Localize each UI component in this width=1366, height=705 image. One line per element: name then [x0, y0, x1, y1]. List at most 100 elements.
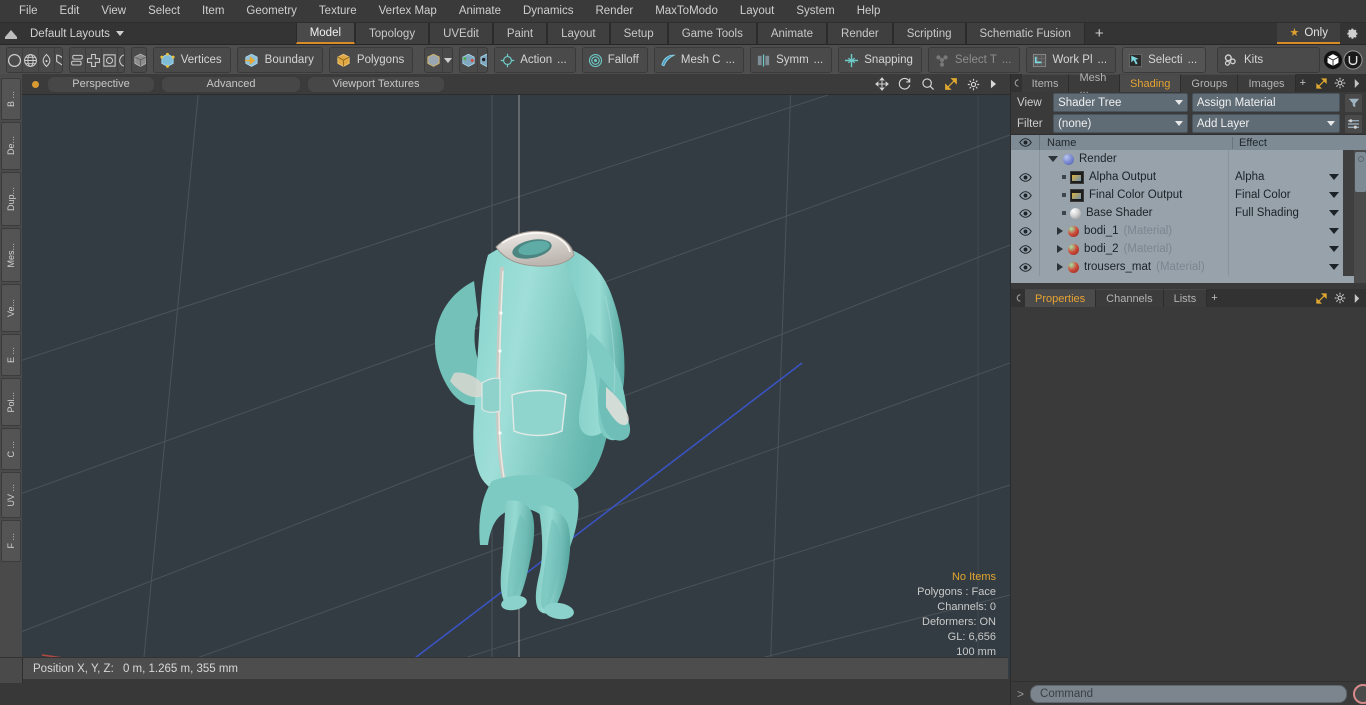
vtab-basic[interactable]: B ... — [1, 78, 21, 120]
vtab-polygon[interactable]: Pol... — [1, 378, 21, 426]
menu-item[interactable]: Item — [191, 0, 235, 22]
chevron-right-icon[interactable] — [989, 78, 998, 90]
pan-icon[interactable] — [875, 77, 889, 91]
vtab-duplicate[interactable]: Dup... — [1, 172, 21, 226]
snapping-button[interactable]: Snapping — [838, 47, 922, 73]
row-effect-cell[interactable] — [1228, 240, 1343, 258]
vtab-edge[interactable]: E ... — [1, 334, 21, 376]
layout-settings-button[interactable] — [1340, 23, 1366, 44]
chevron-right-icon[interactable] — [1353, 78, 1361, 89]
chevron-right-icon[interactable] — [1353, 293, 1361, 304]
row-effect-cell[interactable] — [1228, 222, 1343, 240]
command-input[interactable]: Command — [1030, 684, 1347, 703]
tab-channels[interactable]: Channels — [1096, 289, 1164, 307]
row-visibility-toggle[interactable] — [1011, 168, 1040, 186]
filter-toggle-button[interactable] — [1344, 92, 1363, 113]
tab-uvedit[interactable]: UVEdit — [429, 23, 493, 44]
table-row[interactable]: Final Color Output Final Color — [1011, 186, 1366, 204]
vtab-fusion[interactable]: F ... — [1, 520, 21, 562]
vtab-uv[interactable]: UV ... — [1, 472, 21, 518]
tab-layout[interactable]: Layout — [547, 23, 610, 44]
layout-selector[interactable]: Default Layouts — [22, 23, 132, 44]
symmetry-button[interactable]: Symm ... — [750, 47, 833, 73]
row-visibility-toggle[interactable] — [1011, 222, 1040, 240]
tab-scripting[interactable]: Scripting — [892, 23, 966, 44]
gear-icon[interactable] — [1334, 77, 1346, 89]
pen-icon[interactable] — [39, 48, 55, 72]
rotate-icon[interactable] — [118, 48, 125, 72]
unreal-export-button[interactable] — [1343, 48, 1363, 72]
viewport-projection-button[interactable]: Perspective — [47, 75, 155, 93]
tab-render[interactable]: Render — [827, 23, 893, 44]
table-row[interactable]: trousers_mat (Material) — [1011, 258, 1366, 276]
layer-options-button[interactable] — [1344, 113, 1363, 134]
kits-button[interactable]: Kits — [1217, 47, 1320, 73]
tab-topology[interactable]: Topology — [355, 23, 430, 44]
row-effect-cell[interactable] — [1228, 258, 1343, 276]
row-name-cell[interactable]: trousers_mat (Material) — [1040, 261, 1228, 273]
shader-view-dropdown[interactable]: Shader Tree — [1053, 93, 1188, 112]
viewport-textures-button[interactable]: Viewport Textures — [307, 75, 445, 93]
menu-view[interactable]: View — [90, 0, 137, 22]
item-mode-dropdown[interactable] — [443, 48, 452, 72]
table-row[interactable]: Render — [1011, 150, 1366, 168]
tab-game-tools[interactable]: Game Tools — [667, 23, 757, 44]
record-icon[interactable] — [1353, 683, 1366, 704]
edge-snap-icon[interactable] — [478, 48, 488, 72]
expand-icon[interactable] — [1316, 292, 1327, 304]
menu-maxtomodo[interactable]: MaxToModo — [644, 0, 729, 22]
properties-menu-dot[interactable] — [1011, 289, 1025, 307]
row-name-cell[interactable]: Alpha Output — [1040, 170, 1228, 184]
curve-icon[interactable] — [55, 48, 62, 72]
chevron-right-icon[interactable] — [1057, 245, 1063, 253]
row-visibility-toggle[interactable] — [1011, 240, 1040, 258]
row-visibility-toggle[interactable] — [1011, 204, 1040, 222]
row-name-cell[interactable]: Final Color Output — [1040, 188, 1228, 202]
tab-mesh[interactable]: Mesh ... — [1069, 72, 1121, 96]
menu-edit[interactable]: Edit — [49, 0, 91, 22]
menu-select[interactable]: Select — [137, 0, 191, 22]
menu-render[interactable]: Render — [584, 0, 644, 22]
add-tab-button[interactable]: + — [1085, 23, 1114, 44]
item-cube-icon[interactable] — [425, 48, 443, 72]
menu-help[interactable]: Help — [846, 0, 892, 22]
zoom-icon[interactable] — [921, 77, 935, 91]
table-row[interactable]: bodi_2 (Material) — [1011, 240, 1366, 258]
shader-tree-scrollbar[interactable] — [1354, 150, 1366, 283]
row-visibility-toggle[interactable] — [1011, 186, 1040, 204]
tab-animate[interactable]: Animate — [756, 23, 828, 44]
row-name-cell[interactable]: Base Shader — [1040, 207, 1228, 219]
assign-material-button[interactable]: Assign Material — [1191, 93, 1341, 112]
selection-set-button[interactable]: Selecti ... — [1122, 47, 1207, 73]
tab-images[interactable]: Images — [1238, 74, 1296, 92]
tab-schematic-fusion[interactable]: Schematic Fusion — [965, 23, 1085, 44]
row-visibility-toggle[interactable] — [1011, 258, 1040, 276]
gear-icon[interactable] — [1334, 292, 1346, 304]
table-row[interactable]: bodi_1 (Material) — [1011, 222, 1366, 240]
vtab-vertex[interactable]: Ve... — [1, 284, 21, 332]
menu-geometry[interactable]: Geometry — [235, 0, 308, 22]
vertices-mode-button[interactable]: Vertices — [152, 47, 231, 73]
shader-tree[interactable]: Render Alpha Output Alpha Final Color Ou… — [1011, 150, 1366, 283]
row-name-cell[interactable]: bodi_2 (Material) — [1040, 243, 1228, 255]
gear-icon[interactable] — [967, 78, 980, 91]
scrollbar-thumb[interactable] — [1355, 152, 1366, 192]
row-name-cell[interactable]: Render — [1040, 153, 1228, 165]
menu-system[interactable]: System — [785, 0, 845, 22]
table-row[interactable]: Base Shader Full Shading — [1011, 204, 1366, 222]
filter-dropdown[interactable]: (none) — [1053, 114, 1188, 133]
center-icon[interactable] — [102, 48, 118, 72]
panel-menu-dot[interactable] — [1011, 74, 1022, 92]
select-through-button[interactable]: Select T ... — [927, 47, 1021, 73]
fit-icon[interactable] — [944, 77, 958, 91]
tab-items[interactable]: Items — [1021, 74, 1070, 92]
tab-shading[interactable]: Shading — [1120, 74, 1182, 92]
vtab-mesh-edit[interactable]: Mes... — [1, 228, 21, 282]
vtab-deform[interactable]: De... — [1, 122, 21, 170]
viewport-shading-button[interactable]: Advanced — [161, 75, 301, 93]
move-icon[interactable] — [86, 48, 102, 72]
home-layout-button[interactable] — [0, 23, 22, 44]
falloff-button[interactable]: Falloff — [581, 47, 648, 73]
tab-properties[interactable]: Properties — [1025, 289, 1097, 307]
menu-dynamics[interactable]: Dynamics — [512, 0, 584, 22]
